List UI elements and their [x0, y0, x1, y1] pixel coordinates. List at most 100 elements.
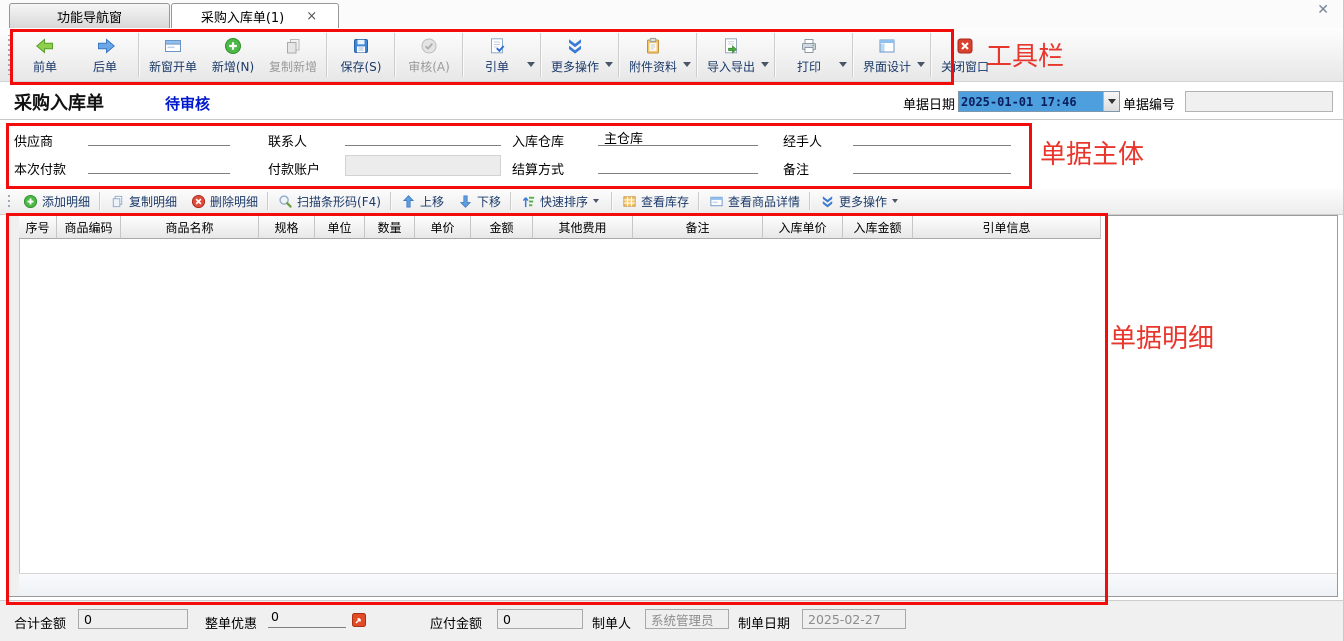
- delete-detail-button[interactable]: 删除明细: [184, 189, 265, 213]
- account-input[interactable]: [345, 155, 501, 176]
- doc-date-value[interactable]: 2025-01-01 17:46: [959, 92, 1103, 111]
- tab-purchase-inbound[interactable]: 采购入库单(1) ×: [171, 3, 339, 28]
- dropdown-caret-icon[interactable]: [917, 62, 925, 67]
- add-circle-green-icon: [223, 35, 243, 58]
- bottom-summary-bar: 合计金额 0 整单优惠 0 应付金额 0 制单人 系统管理员 制单日期 2025…: [0, 600, 1343, 641]
- table-row-header-strip: [9, 216, 20, 596]
- column-header-qty[interactable]: 数量: [365, 216, 415, 239]
- save-button[interactable]: 保存(S): [331, 30, 391, 80]
- arrow-right-blue-icon: [95, 35, 116, 58]
- dropdown-caret-icon[interactable]: [892, 199, 898, 203]
- save-floppy-blue-icon: [351, 35, 371, 58]
- toolbar-separator: [618, 33, 620, 77]
- dropdown-caret-icon[interactable]: [761, 62, 769, 67]
- add-new-button[interactable]: 新增(N): [203, 30, 263, 80]
- dropdown-caret-icon[interactable]: [593, 199, 599, 203]
- column-header-remark[interactable]: 备注: [633, 216, 763, 239]
- next-doc-button[interactable]: 后单: [75, 30, 135, 80]
- arrow-up-blue-icon: [401, 194, 416, 209]
- tab-label: 功能导航窗: [57, 7, 122, 26]
- toolbar-separator: [540, 33, 542, 77]
- app-window: 功能导航窗 采购入库单(1) × ✕ 前单 后单 新窗开单: [0, 0, 1344, 641]
- new-window-doc-button[interactable]: 新窗开单: [143, 30, 203, 80]
- discount-input[interactable]: 0: [268, 609, 346, 628]
- window-design-blue-icon: [877, 35, 897, 58]
- toolbar-separator: [326, 33, 328, 77]
- toolbar-separator: [138, 33, 140, 77]
- document-header: 采购入库单 待审核 单据日期 2025-01-01 17:46 单据编号: [0, 82, 1343, 120]
- toolbar-grip-handle[interactable]: [6, 35, 11, 75]
- ui-design-button[interactable]: 界面设计: [857, 30, 917, 80]
- copy-new-button[interactable]: 复制新增: [263, 30, 323, 80]
- settle-input[interactable]: [598, 156, 758, 174]
- column-header-product-code[interactable]: 商品编码: [57, 216, 121, 239]
- red-arrow-button-icon: [352, 613, 366, 627]
- date-dropdown-button[interactable]: [1103, 92, 1119, 111]
- move-down-button[interactable]: 下移: [451, 189, 508, 213]
- tab-function-nav[interactable]: 功能导航窗: [9, 3, 170, 28]
- remark-input[interactable]: [853, 156, 1011, 174]
- column-header-inbound-amount[interactable]: 入库金额: [843, 216, 913, 239]
- payable-amount-label: 应付金额: [430, 613, 482, 632]
- copy-gray-icon: [283, 35, 303, 58]
- column-header-other-fee[interactable]: 其他费用: [533, 216, 633, 239]
- detail-toolbar: 添加明细 复制明细 删除明细 扫描条形码(F4) 上移 下移 快速排序: [0, 188, 1343, 215]
- quick-sort-button[interactable]: 快速排序: [514, 189, 609, 213]
- toolbar-separator: [611, 192, 613, 210]
- column-header-inbound-price[interactable]: 入库单价: [763, 216, 843, 239]
- doc-date-input[interactable]: 2025-01-01 17:46: [958, 91, 1120, 112]
- view-stock-button[interactable]: 查看库存: [615, 189, 696, 213]
- copy-doc-icon: [110, 194, 125, 209]
- detail-window-blue-icon: [709, 194, 724, 209]
- prev-doc-button[interactable]: 前单: [15, 30, 75, 80]
- supplier-input[interactable]: [88, 128, 230, 146]
- dropdown-caret-icon[interactable]: [527, 62, 535, 67]
- attachments-button[interactable]: 附件资料: [623, 30, 683, 80]
- column-header-ref-info[interactable]: 引单信息: [913, 216, 1101, 239]
- toolbar-separator: [774, 33, 776, 77]
- remark-label: 备注: [783, 159, 809, 178]
- column-header-amount[interactable]: 金额: [471, 216, 533, 239]
- chevron-down-icon: [1108, 99, 1116, 104]
- column-header-seq[interactable]: 序号: [19, 216, 57, 239]
- import-export-button[interactable]: 导入导出: [701, 30, 761, 80]
- more-actions-button[interactable]: 更多操作: [545, 30, 605, 80]
- creator-label: 制单人: [592, 613, 631, 632]
- status-badge: 待审核: [165, 93, 210, 114]
- barcode-magnifier-icon: [278, 194, 293, 209]
- dropdown-caret-icon[interactable]: [683, 62, 691, 67]
- tab-close-icon[interactable]: ×: [306, 9, 317, 24]
- detail-toolbar-grip-handle[interactable]: [6, 192, 11, 210]
- dropdown-caret-icon[interactable]: [605, 62, 613, 67]
- dropdown-caret-icon[interactable]: [839, 62, 847, 67]
- panel-close-icon[interactable]: ✕: [1317, 2, 1329, 18]
- detail-table: 序号 商品编码 商品名称 规格 单位 数量 单价 金额 其他费用 备注 入库单价…: [8, 215, 1338, 597]
- column-header-price[interactable]: 单价: [415, 216, 471, 239]
- audit-button[interactable]: 审核(A): [399, 30, 459, 80]
- doc-no-input[interactable]: [1185, 91, 1333, 112]
- move-up-button[interactable]: 上移: [394, 189, 451, 213]
- apply-discount-button[interactable]: [352, 612, 366, 626]
- document-body-form: 供应商 联系人 入库仓库 主仓库 经手人 本次付款 付款账户 结算方式 备注: [0, 120, 1343, 188]
- contact-input[interactable]: [345, 128, 501, 146]
- toolbar-separator: [394, 33, 396, 77]
- close-window-button[interactable]: 关闭窗口: [935, 30, 995, 80]
- column-header-spec[interactable]: 规格: [259, 216, 315, 239]
- column-header-unit[interactable]: 单位: [315, 216, 365, 239]
- add-detail-button[interactable]: 添加明细: [16, 189, 97, 213]
- scan-barcode-button[interactable]: 扫描条形码(F4): [271, 189, 388, 213]
- printer-icon: [799, 35, 819, 58]
- double-chevron-down-blue-icon: [565, 35, 585, 58]
- handler-input[interactable]: [853, 128, 1011, 146]
- payment-input[interactable]: [88, 156, 230, 174]
- column-header-product-name[interactable]: 商品名称: [121, 216, 259, 239]
- print-button[interactable]: 打印: [779, 30, 839, 80]
- view-product-detail-button[interactable]: 查看商品详情: [702, 189, 807, 213]
- table-summary-row: [19, 573, 1337, 596]
- warehouse-input[interactable]: 主仓库: [598, 128, 758, 146]
- close-square-red-icon: [955, 35, 975, 58]
- copy-detail-button[interactable]: 复制明细: [103, 189, 184, 213]
- detail-more-actions-button[interactable]: 更多操作: [813, 189, 908, 213]
- pull-doc-button[interactable]: 引单: [467, 30, 527, 80]
- double-chevron-down-blue-icon: [820, 194, 835, 209]
